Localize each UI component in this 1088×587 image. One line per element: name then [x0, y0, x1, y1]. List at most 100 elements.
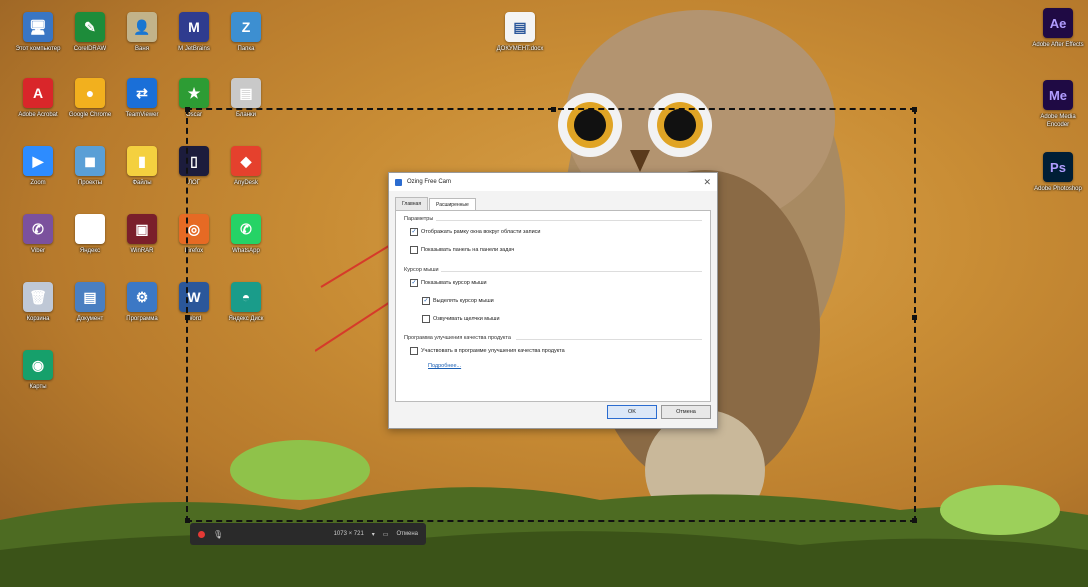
desktop-icon[interactable]: Z Папка	[218, 12, 274, 61]
desktop-icon-label: Adobe Media Encoder	[1040, 114, 1076, 128]
checkbox-click-sounds[interactable]: Озвучивать щелчки мыши	[422, 315, 500, 323]
checkbox-box	[410, 246, 418, 254]
desktop-file-icon[interactable]: ▤ ДОКУМЕНТ.docx	[492, 12, 548, 61]
desktop-icon[interactable]: ● Google Chrome	[62, 78, 118, 127]
desktop-icon-label: Программа	[126, 316, 158, 322]
desktop-icon[interactable]: ⚙ Программа	[114, 282, 170, 331]
app-shortcut-icon: ✎	[75, 12, 105, 42]
checkbox-label: Показывать панель на панели задач	[421, 247, 515, 253]
app-shortcut-icon: ★	[179, 78, 209, 108]
close-icon[interactable]: ✕	[703, 177, 711, 188]
checkbox-show-frame[interactable]: ✓ Отображать рамку окна вокруг области з…	[410, 228, 541, 236]
desktop-icon-label: TeamViewer	[125, 112, 159, 118]
recording-toolbar: 🎙 1073 × 721 ▾ ▭ Отмена	[190, 523, 426, 545]
checkbox-box	[422, 315, 430, 323]
group-title-recording: Параметры	[404, 216, 434, 222]
desktop-icon[interactable]: A Adobe Acrobat	[10, 78, 66, 127]
app-shortcut-icon: Ps	[1043, 152, 1073, 182]
document-icon: ▤	[505, 12, 535, 42]
dialog-title: Ozing Free Cam	[407, 179, 452, 185]
app-shortcut-icon: A	[23, 78, 53, 108]
desktop-file-label: ДОКУМЕНТ.docx	[496, 46, 544, 52]
desktop-icon-label: Корзина	[26, 316, 50, 322]
desktop-icon[interactable]: ▤ Документ	[62, 282, 118, 331]
desktop-icon-label: Ваня	[135, 46, 149, 52]
resize-handle-bottom-left[interactable]	[185, 518, 190, 523]
desktop-icon[interactable]: M M JetBrains	[166, 12, 222, 61]
app-shortcut-icon: ⇄	[127, 78, 157, 108]
app-shortcut-icon: ▮	[127, 146, 157, 176]
checkbox-taskbar-panel[interactable]: Показывать панель на панели задач	[410, 246, 514, 254]
group-title-cursor: Курсор мыши	[404, 267, 439, 273]
checkbox-box: ✓	[422, 297, 430, 305]
checkbox-improvement-program[interactable]: Участвовать в программе улучшения качест…	[410, 347, 565, 355]
toolbar-cancel-button[interactable]: Отмена	[396, 531, 418, 537]
app-shortcut-icon: ◼	[75, 146, 105, 176]
desktop-icon[interactable]: 🗑 Корзина	[10, 282, 66, 331]
checkbox-box: ✓	[410, 228, 418, 236]
group-divider	[436, 220, 702, 221]
monitor-icon[interactable]: ▭	[383, 531, 389, 538]
resize-handle-right[interactable]	[912, 315, 917, 320]
checkbox-label: Участвовать в программе улучшения качест…	[421, 348, 565, 354]
resize-handle-bottom-right[interactable]	[912, 518, 917, 523]
checkbox-box: ✓	[410, 279, 418, 287]
group-title-program: Программа улучшения качества продукта	[404, 335, 511, 341]
cancel-button[interactable]: Отмена	[661, 405, 711, 419]
desktop-icon[interactable]: 👤 Ваня	[114, 12, 170, 61]
desktop-icon-label: Adobe Acrobat	[18, 112, 58, 118]
desktop-icon[interactable]: ▶ Zoom	[10, 146, 66, 195]
desktop-icon[interactable]: ✆ Viber	[10, 214, 66, 263]
checkbox-label: Выделять курсор мыши	[433, 298, 494, 304]
desktop-icon[interactable]: Y Яндекс	[62, 214, 118, 263]
ok-button[interactable]: OK	[607, 405, 657, 419]
app-shortcut-icon: ▶	[23, 146, 53, 176]
desktop-icon[interactable]: ◼ Проекты	[62, 146, 118, 195]
record-icon[interactable]	[198, 530, 205, 538]
desktop-icon[interactable]: ✎ CorelDRAW	[62, 12, 118, 61]
desktop-icon-label: WinRAR	[130, 248, 154, 254]
checkbox-show-cursor[interactable]: ✓ Показывать курсор мыши	[410, 279, 487, 287]
desktop-icon[interactable]: Me Adobe Media Encoder	[1030, 80, 1086, 129]
dialog-titlebar[interactable]: Ozing Free Cam ✕	[389, 173, 717, 191]
desktop-icon[interactable]: ◉ Карты	[10, 350, 66, 399]
app-shortcut-icon: 🗑	[23, 282, 53, 312]
app-shortcut-icon: Ae	[1043, 8, 1073, 38]
desktop-icon-label: Этот компьютер	[15, 46, 61, 52]
checkbox-label: Показывать курсор мыши	[421, 280, 487, 286]
more-info-link[interactable]: Подробнее...	[428, 363, 461, 369]
checkbox-highlight-cursor[interactable]: ✓ Выделять курсор мыши	[422, 297, 494, 305]
desktop-icon-label: M JetBrains	[178, 46, 210, 52]
app-shortcut-icon: Me	[1043, 80, 1073, 110]
resize-handle-left[interactable]	[185, 315, 190, 320]
tab-panel-advanced: Параметры ✓ Отображать рамку окна вокруг…	[395, 210, 711, 402]
desktop-icon[interactable]: ▮ Файлы	[114, 146, 170, 195]
desktop-icon[interactable]: ⇄ TeamViewer	[114, 78, 170, 127]
chevron-down-icon[interactable]: ▾	[372, 531, 375, 538]
desktop-icon-label: Adobe Photoshop	[1034, 186, 1082, 192]
checkbox-label: Отображать рамку окна вокруг области зап…	[421, 229, 541, 235]
desktop-icon-label: Проекты	[77, 180, 103, 186]
desktop-icon-label: Файлы	[132, 180, 152, 186]
resize-handle-top[interactable]	[551, 107, 556, 112]
desktop-icon-label: Яндекс	[79, 248, 101, 254]
app-shortcut-icon: Z	[231, 12, 261, 42]
desktop-icon[interactable]: ▣ WinRAR	[114, 214, 170, 263]
app-shortcut-icon: ▣	[127, 214, 157, 244]
dialog-tabs: Главная Расширенные	[389, 191, 717, 211]
size-readout[interactable]: 1073 × 721	[334, 531, 364, 537]
desktop-icon-label: Zoom	[30, 180, 46, 186]
checkbox-box	[410, 347, 418, 355]
desktop-icon[interactable]: 🖥 Этот компьютер	[10, 12, 66, 61]
resize-handle-top-right[interactable]	[912, 107, 917, 112]
microphone-icon[interactable]: 🎙	[213, 530, 223, 539]
app-shortcut-icon: M	[179, 12, 209, 42]
app-shortcut-icon: 🖥	[23, 12, 53, 42]
desktop-icon[interactable]: Ae Adobe After Effects	[1030, 8, 1086, 57]
app-shortcut-icon: ◉	[23, 350, 53, 380]
desktop-icon-label: Google Chrome	[68, 112, 112, 118]
resize-handle-top-left[interactable]	[185, 107, 190, 112]
desktop-icon[interactable]: Ps Adobe Photoshop	[1030, 152, 1086, 201]
app-shortcut-icon: Y	[75, 214, 105, 244]
tab-main[interactable]: Главная	[395, 197, 429, 210]
